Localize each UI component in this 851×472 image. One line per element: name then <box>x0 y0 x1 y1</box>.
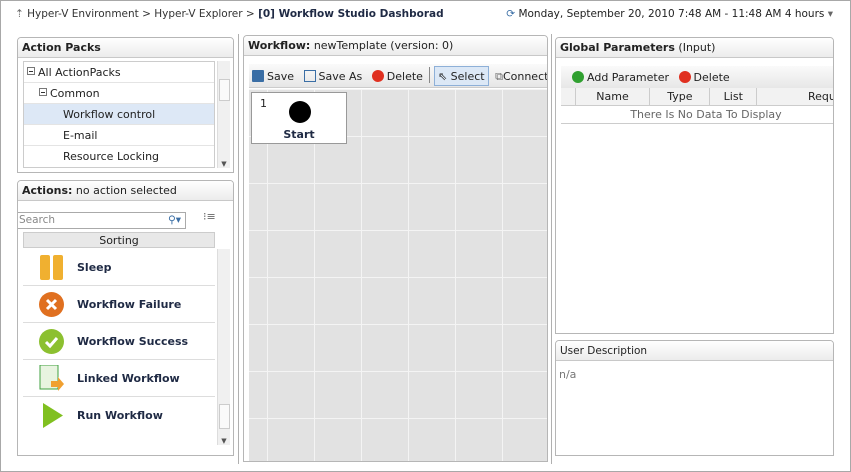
success-icon <box>39 329 64 354</box>
tree-item-common[interactable]: Common <box>24 83 214 104</box>
parameters-table: NameTypeListRequire There Is No Data To … <box>561 88 833 124</box>
scrollbar[interactable]: ▼ <box>217 61 230 168</box>
action-linked-workflow[interactable]: Linked Workflow <box>23 360 215 397</box>
cursor-icon: ⇖ <box>437 70 448 83</box>
panel-title: Workflow: <box>248 39 311 52</box>
select-button[interactable]: ⇖ Select <box>433 66 489 86</box>
start-icon <box>289 101 311 123</box>
user-description-panel: User Description n/a <box>555 340 834 456</box>
connect-icon: ⧉ <box>495 70 503 83</box>
workflow-name: newTemplate (version: 0) <box>313 39 454 52</box>
collapse-icon[interactable] <box>39 88 47 96</box>
save-icon <box>252 70 264 82</box>
save-button[interactable]: Save <box>249 67 297 87</box>
search-icon[interactable]: ⚲▾ <box>168 213 181 228</box>
action-packs-panel: Action Packs All ActionPacks Common Work… <box>17 37 234 173</box>
action-run-workflow[interactable]: Run Workflow <box>23 397 215 434</box>
splitter[interactable] <box>551 34 552 464</box>
breadcrumb-item[interactable]: Hyper-V Explorer <box>154 8 242 20</box>
save-as-button[interactable]: Save As <box>301 67 366 87</box>
breadcrumb: ⇡ Hyper-V Environment > Hyper-V Explorer… <box>15 8 444 20</box>
delete-button[interactable]: Delete <box>369 67 426 87</box>
panel-title: Global Parameters <box>560 41 675 54</box>
action-packs-tree: All ActionPacks Common Workflow control … <box>23 61 215 168</box>
node-label: Start <box>283 128 315 141</box>
node-number: 1 <box>260 97 267 110</box>
page-title: [0] Workflow Studio Dashborad <box>258 8 444 20</box>
params-toolbar: Add Parameter Delete <box>561 66 833 90</box>
column-header[interactable]: Type <box>649 88 711 106</box>
delete-icon <box>678 71 691 83</box>
global-parameters-panel: Global Parameters (Input) Add Parameter … <box>555 37 834 334</box>
tree-item-resource-locking[interactable]: Resource Locking <box>24 146 214 167</box>
add-icon <box>572 71 584 83</box>
panel-title: Actions: <box>22 184 73 197</box>
start-node[interactable]: 1 Start <box>251 92 347 144</box>
breadcrumb-sep: > <box>245 8 255 20</box>
scrollbar[interactable]: ▼ <box>217 249 230 445</box>
tree-item-workflow-control[interactable]: Workflow control <box>24 104 214 125</box>
column-header[interactable]: Name <box>575 88 651 106</box>
clock-icon: ⟳ <box>506 8 516 20</box>
user-description-text[interactable]: n/a <box>556 361 833 388</box>
add-parameter-button[interactable]: Add Parameter <box>569 68 672 88</box>
column-header[interactable]: Require <box>756 88 833 106</box>
sort-header[interactable]: Sorting <box>23 232 215 248</box>
splitter[interactable] <box>238 34 239 464</box>
delete-parameter-button[interactable]: Delete <box>676 68 733 88</box>
breadcrumb-item[interactable]: Hyper-V Environment <box>27 8 139 20</box>
chevron-down-icon[interactable]: ▾ <box>828 8 833 20</box>
list-options-icon[interactable]: ⁝≡ <box>203 210 216 223</box>
connect-button[interactable]: ⧉Connect <box>492 67 547 87</box>
delete-icon <box>371 70 384 82</box>
breadcrumb-sep: > <box>142 8 151 20</box>
time-range-picker[interactable]: ⟳ Monday, September 20, 2010 7:48 AM - 1… <box>506 8 833 20</box>
run-icon <box>43 403 63 428</box>
panel-subtitle: no action selected <box>75 184 177 197</box>
action-workflow-success[interactable]: Workflow Success <box>23 323 215 360</box>
panel-title: User Description <box>556 341 833 361</box>
workflow-canvas[interactable]: 1 Start <box>249 89 547 461</box>
save-as-icon <box>303 70 316 82</box>
tree-item-email[interactable]: E-mail <box>24 125 214 146</box>
action-workflow-failure[interactable]: Workflow Failure <box>23 286 215 323</box>
sleep-icon <box>40 255 63 280</box>
collapse-icon[interactable] <box>27 67 35 75</box>
workflow-toolbar: Save Save As Delete ⇖ Select ⧉Connect <box>249 64 547 88</box>
column-header[interactable]: List <box>709 88 758 106</box>
linked-workflow-icon <box>39 365 64 391</box>
up-icon[interactable]: ⇡ <box>15 8 24 20</box>
workflow-panel: Workflow: newTemplate (version: 0) Save … <box>243 35 548 462</box>
search-input[interactable]: Search ⚲▾ <box>18 212 186 229</box>
actions-panel: Actions: no action selected Search ⚲▾ ⁝≡ … <box>17 180 234 456</box>
empty-message: There Is No Data To Display <box>561 105 833 124</box>
action-sleep[interactable]: Sleep <box>23 249 215 286</box>
panel-title: Action Packs <box>22 41 101 54</box>
tree-item-all[interactable]: All ActionPacks <box>24 62 214 83</box>
time-range-text: Monday, September 20, 2010 7:48 AM - 11:… <box>518 8 825 20</box>
failure-icon <box>39 292 64 317</box>
toolbar-divider <box>429 67 431 83</box>
